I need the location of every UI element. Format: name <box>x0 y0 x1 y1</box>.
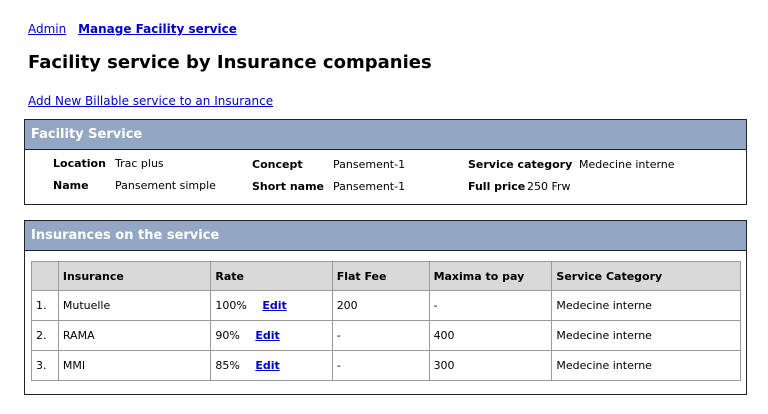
facility-service-panel: Facility Service Location Trac plus Name… <box>24 119 747 205</box>
service-category-value: Medecine interne <box>579 158 675 171</box>
column-header-maxima-to-pay: Maxima to pay <box>428 261 553 291</box>
name-label: Name <box>53 179 89 192</box>
add-billable-service-link[interactable]: Add New Billable service to an Insurance <box>28 94 273 108</box>
rate-cell: 90% Edit <box>210 320 333 351</box>
rate-cell: 100% Edit <box>210 290 333 321</box>
edit-rate-link[interactable]: Edit <box>255 359 279 372</box>
facility-service-details: Location Trac plus Name Pansement simple… <box>25 150 746 204</box>
maxima-cell: - <box>428 290 553 321</box>
edit-rate-link[interactable]: Edit <box>255 329 279 342</box>
column-header-number <box>31 261 59 291</box>
location-label: Location <box>53 157 106 170</box>
table-row: 1. Mutuelle 100% Edit 200 - Medecine int… <box>31 290 741 321</box>
flat-fee-cell: - <box>331 350 430 381</box>
table-row: 2. RAMA 90% Edit - 400 Medecine interne <box>31 320 741 351</box>
maxima-cell: 400 <box>428 320 553 351</box>
short-name-label: Short name <box>252 180 324 193</box>
row-number: 3. <box>31 350 59 381</box>
breadcrumb: Admin Manage Facility service <box>28 22 237 36</box>
rate-value: 100% <box>215 299 247 312</box>
edit-rate-link[interactable]: Edit <box>262 299 286 312</box>
concept-label: Concept <box>252 158 303 171</box>
full-price-label: Full price <box>468 180 526 193</box>
facility-service-panel-header: Facility Service <box>25 120 746 150</box>
flat-fee-cell: 200 <box>331 290 430 321</box>
full-price-value: 250 Frw <box>527 180 571 193</box>
row-number: 1. <box>31 290 59 321</box>
column-header-insurance: Insurance <box>57 261 212 291</box>
column-header-rate: Rate <box>210 261 333 291</box>
service-category-cell: Medecine interne <box>551 320 741 351</box>
insurance-cell: RAMA <box>57 320 212 351</box>
rate-value: 85% <box>215 359 240 372</box>
insurances-table: Insurance Rate Flat Fee Maxima to pay Se… <box>31 261 741 381</box>
column-header-flat-fee: Flat Fee <box>331 261 430 291</box>
maxima-cell: 300 <box>428 350 553 381</box>
service-category-label: Service category <box>468 158 573 171</box>
page-title: Facility service by Insurance companies <box>28 52 432 73</box>
table-header-row: Insurance Rate Flat Fee Maxima to pay Se… <box>31 261 741 291</box>
insurance-cell: MMI <box>57 350 212 381</box>
name-value: Pansement simple <box>115 179 216 192</box>
row-number: 2. <box>31 320 59 351</box>
table-row: 3. MMI 85% Edit - 300 Medecine interne <box>31 350 741 381</box>
rate-cell: 85% Edit <box>210 350 333 381</box>
breadcrumb-manage-facility-service-link[interactable]: Manage Facility service <box>78 22 237 36</box>
flat-fee-cell: - <box>331 320 430 351</box>
service-category-cell: Medecine interne <box>551 290 741 321</box>
rate-value: 90% <box>215 329 240 342</box>
insurance-cell: Mutuelle <box>57 290 212 321</box>
breadcrumb-admin-link[interactable]: Admin <box>28 22 66 36</box>
insurances-panel: Insurances on the service Insurance Rate… <box>24 220 747 395</box>
insurances-panel-header: Insurances on the service <box>25 221 746 251</box>
column-header-service-category: Service Category <box>551 261 741 291</box>
service-category-cell: Medecine interne <box>551 350 741 381</box>
short-name-value: Pansement-1 <box>333 180 406 193</box>
location-value: Trac plus <box>115 157 164 170</box>
concept-value: Pansement-1 <box>333 158 406 171</box>
